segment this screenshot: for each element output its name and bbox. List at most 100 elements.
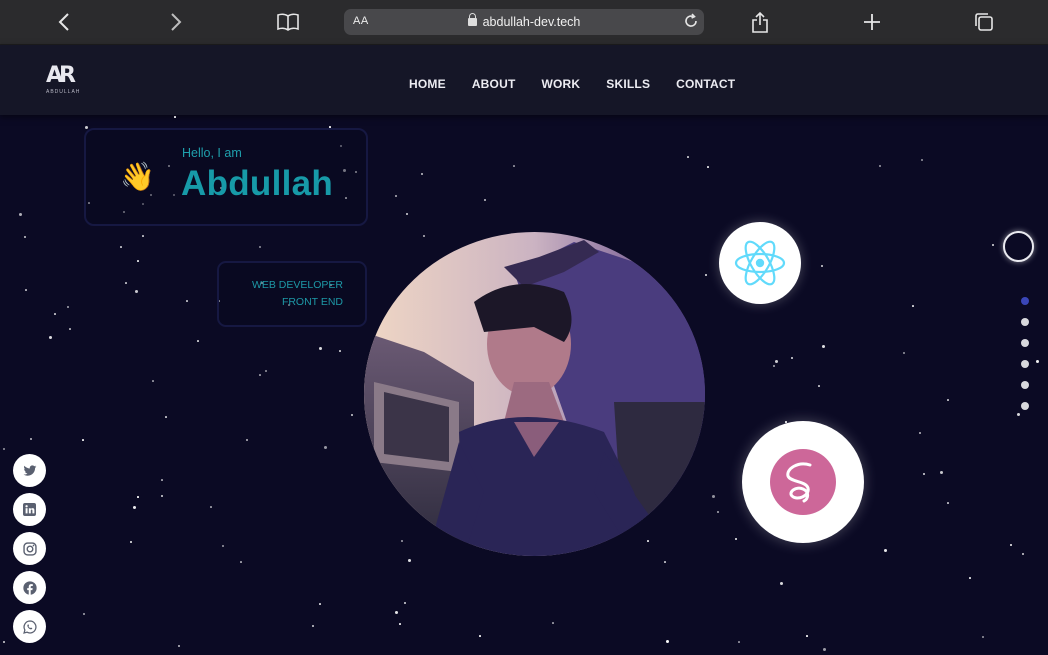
section-dot[interactable] [1021, 339, 1029, 347]
reader-icon[interactable] [276, 10, 300, 34]
profile-portrait [364, 232, 705, 556]
react-icon [719, 222, 801, 304]
star [246, 439, 248, 441]
star [780, 582, 783, 585]
whatsapp-icon[interactable] [13, 610, 46, 643]
tabs-icon[interactable] [972, 10, 996, 34]
star [664, 561, 666, 563]
section-dot[interactable] [1021, 318, 1029, 326]
sass-icon [742, 421, 864, 543]
star [319, 347, 322, 350]
star [903, 352, 905, 354]
star [822, 345, 825, 348]
star [395, 611, 398, 614]
star [879, 165, 881, 167]
reload-icon[interactable] [683, 13, 699, 32]
role-line-1: WEB DEVELOPER [251, 279, 343, 291]
star [339, 350, 341, 352]
star [982, 636, 984, 638]
site-logo[interactable]: AR ABDULLAH [46, 63, 86, 99]
waving-hand-icon: 👋 [120, 161, 155, 192]
star [399, 623, 401, 625]
star [3, 641, 5, 643]
nav-home[interactable]: HOME [409, 77, 446, 91]
star [197, 340, 199, 342]
star [404, 602, 406, 604]
section-dot[interactable] [1021, 381, 1029, 389]
nav-contact[interactable]: CONTACT [676, 77, 735, 91]
nav-work[interactable]: WORK [541, 77, 580, 91]
star [19, 213, 22, 216]
hero-section: 👋 Hello, I am Abdullah WEB DEVELOPER FRO… [0, 115, 1048, 655]
forward-icon[interactable] [164, 10, 188, 34]
section-dot[interactable] [1021, 297, 1029, 305]
logo-subtitle: ABDULLAH [46, 89, 81, 95]
star [423, 235, 425, 237]
star [161, 495, 163, 497]
nav-about[interactable]: ABOUT [472, 77, 516, 91]
twitter-icon[interactable] [13, 454, 46, 487]
star [69, 328, 71, 330]
star [25, 289, 27, 291]
star [137, 260, 139, 262]
site-navbar: AR ABDULLAH HOME ABOUT WORK SKILLS CONTA… [0, 45, 1048, 115]
url-text: abdullah-dev.tech [482, 15, 581, 29]
star [137, 496, 139, 498]
star [947, 502, 949, 504]
star [940, 471, 943, 474]
back-icon[interactable] [52, 10, 76, 34]
star [67, 306, 69, 308]
nav-skills[interactable]: SKILLS [606, 77, 650, 91]
star [259, 374, 261, 376]
star [135, 290, 138, 293]
star [240, 561, 242, 563]
star [186, 300, 188, 302]
star [265, 370, 267, 372]
star [30, 438, 32, 440]
star [351, 414, 353, 416]
role-card: WEB DEVELOPER FRONT END [217, 261, 367, 327]
star [821, 265, 823, 267]
star [83, 613, 85, 615]
share-icon[interactable] [748, 10, 772, 34]
star [133, 506, 136, 509]
section-dot[interactable] [1021, 402, 1029, 410]
star [921, 159, 923, 161]
star [806, 635, 808, 637]
instagram-icon[interactable] [13, 532, 46, 565]
star [406, 213, 408, 215]
star [120, 246, 122, 248]
star [552, 622, 554, 624]
star [707, 166, 709, 168]
star [513, 165, 515, 167]
star [947, 399, 949, 401]
star [666, 640, 669, 643]
star [818, 385, 820, 387]
star [165, 416, 167, 418]
star [919, 432, 921, 434]
star [54, 313, 56, 315]
theme-toggle-button[interactable] [1003, 231, 1034, 262]
star [421, 173, 423, 175]
star [222, 545, 224, 547]
star [735, 538, 737, 540]
social-links [13, 454, 46, 649]
facebook-icon[interactable] [13, 571, 46, 604]
star [401, 540, 403, 542]
star [178, 645, 180, 647]
address-bar[interactable]: AA abdullah-dev.tech [344, 9, 704, 35]
nav-links: HOME ABOUT WORK SKILLS CONTACT [409, 77, 735, 91]
lock-icon [467, 13, 477, 26]
star [969, 577, 971, 579]
greeting-text: Hello, I am [182, 146, 242, 160]
star [992, 244, 994, 246]
star [647, 540, 649, 542]
new-tab-icon[interactable] [860, 10, 884, 34]
linkedin-icon[interactable] [13, 493, 46, 526]
star [484, 199, 486, 201]
star [24, 236, 26, 238]
star [712, 495, 715, 498]
role-line-2: FRONT END [281, 296, 343, 308]
section-dot[interactable] [1021, 360, 1029, 368]
star [161, 479, 163, 481]
